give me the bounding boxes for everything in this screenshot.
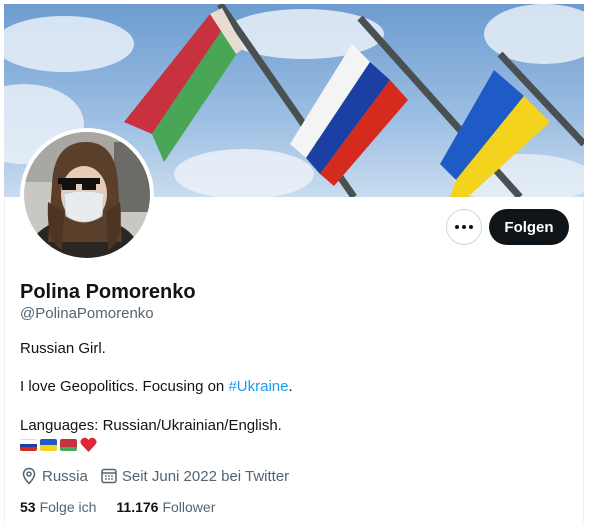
bio-line-3: Languages: Russian/Ukrainian/English. [20, 417, 282, 434]
profile-handle: @PolinaPomorenko [20, 305, 154, 322]
follow-counts: 53 Folge ich 11.176 Follower [20, 498, 235, 516]
join-date-text: Seit Juni 2022 bei Twitter [121, 467, 290, 485]
join-date: Seit Juni 2022 bei Twitter [100, 467, 289, 485]
bio-text: I love Geopolitics. Focusing on [20, 378, 229, 395]
profile-avatar[interactable] [20, 128, 154, 262]
red-heart-emoji [80, 437, 97, 452]
location-text: Russia [42, 467, 88, 485]
bio-punctuation: . [288, 378, 293, 395]
bio-line-1: Russian Girl. [20, 340, 106, 357]
ukraine-flag-emoji [40, 439, 57, 451]
following-link[interactable]: 53 Folge ich [20, 499, 96, 515]
location-pin-icon [22, 467, 36, 485]
more-horizontal-icon [455, 225, 459, 229]
avatar-photo [24, 132, 150, 258]
more-options-button[interactable] [446, 209, 482, 245]
following-label: Folge ich [39, 499, 97, 515]
followers-label: Follower [162, 499, 216, 515]
location: Russia [20, 467, 88, 485]
profile-meta: Russia Seit Juni 2022 bei Twitter [20, 467, 301, 485]
following-count: 53 [20, 499, 36, 515]
belarus-flag-emoji [60, 439, 77, 451]
bio-line-2: I love Geopolitics. Focusing on #Ukraine… [20, 378, 293, 395]
follow-button[interactable]: Folgen [489, 209, 569, 245]
profile-page: Folgen Polina Pomorenko @PolinaPomorenko… [0, 0, 600, 523]
bio-emojis [20, 437, 97, 453]
hashtag-link[interactable]: #Ukraine [228, 378, 288, 395]
calendar-icon [101, 468, 117, 484]
more-dot [469, 225, 473, 229]
russia-flag-emoji [20, 439, 37, 451]
followers-link[interactable]: 11.176 Follower [116, 499, 215, 515]
profile-display-name: Polina Pomorenko [20, 281, 196, 303]
more-dot [462, 225, 466, 229]
followers-count: 11.176 [116, 499, 159, 515]
